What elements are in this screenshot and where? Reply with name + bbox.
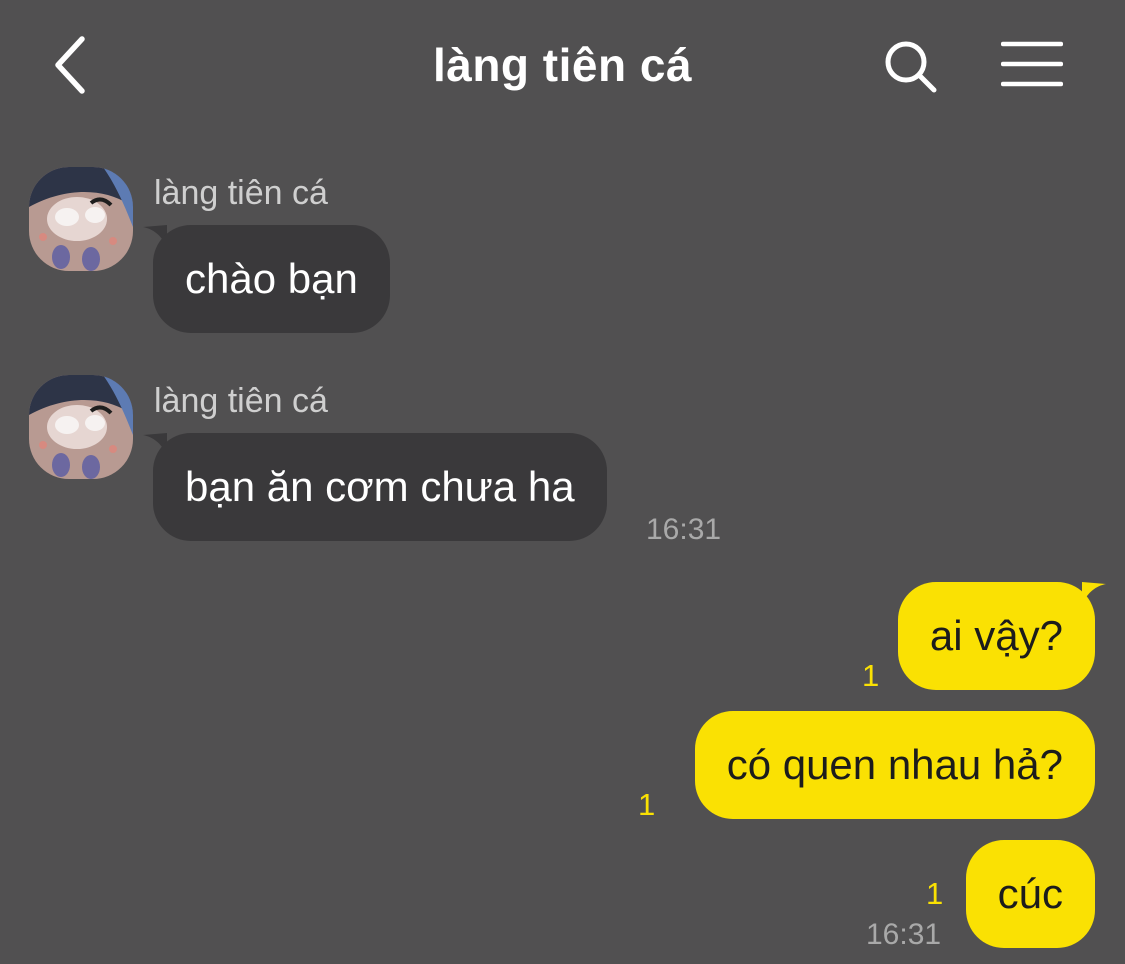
- message-timestamp: 16:31: [646, 513, 722, 546]
- incoming-message-bubble[interactable]: bạn ăn cơm chưa ha: [153, 433, 607, 541]
- search-icon: [885, 41, 937, 93]
- avatar[interactable]: [29, 167, 133, 271]
- hamburger-menu-icon: [1001, 41, 1063, 87]
- avatar[interactable]: [29, 375, 133, 479]
- outgoing-message-bubble[interactable]: có quen nhau hả?: [694, 711, 1095, 819]
- sender-name: làng tiên cá: [154, 174, 328, 212]
- chat-header: làng tiên cá: [0, 0, 1125, 135]
- chat-title: làng tiên cá: [432, 39, 693, 91]
- unread-count: 1: [926, 876, 944, 911]
- outgoing-message-bubble[interactable]: cúc: [965, 840, 1095, 948]
- incoming-message-bubble[interactable]: chào bạn: [153, 225, 390, 333]
- avatar-image: [29, 375, 133, 479]
- unread-count: 1: [638, 787, 656, 822]
- unread-count: 1: [862, 658, 880, 693]
- outgoing-message-bubble[interactable]: ai vậy?: [897, 582, 1095, 690]
- search-button[interactable]: [878, 34, 944, 100]
- avatar-image: [29, 167, 133, 271]
- menu-button[interactable]: [996, 34, 1068, 94]
- message-timestamp: 16:31: [866, 918, 942, 951]
- sender-name: làng tiên cá: [154, 382, 328, 420]
